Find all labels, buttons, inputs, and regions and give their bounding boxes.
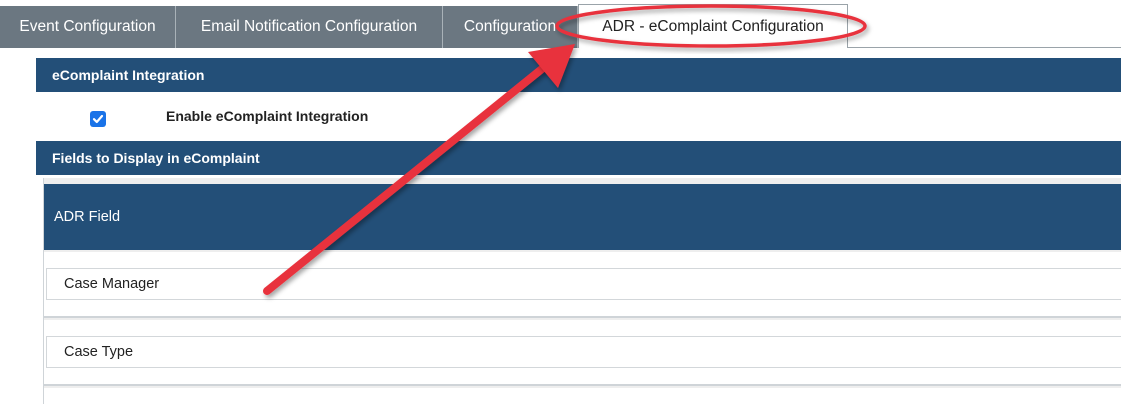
tab-email-notification-configuration[interactable]: Email Notification Configuration (176, 6, 443, 48)
table-row (44, 388, 1121, 404)
adr-field-column-header: ADR Field (44, 184, 1121, 250)
fields-to-display-title: Fields to Display in eComplaint (52, 150, 260, 166)
tab-configuration[interactable]: Configuration (443, 6, 578, 48)
tab-bar-divider (848, 47, 1121, 48)
tab-event-configuration[interactable]: Event Configuration (0, 6, 176, 48)
table-row: Case Type (44, 320, 1121, 386)
field-case-type[interactable]: Case Type (46, 336, 1121, 368)
field-case-manager[interactable]: Case Manager (46, 268, 1121, 300)
enable-integration-row: Enable eComplaint Integration (36, 94, 1121, 140)
enable-integration-label: Enable eComplaint Integration (166, 108, 369, 124)
field-label: Case Type (64, 344, 134, 360)
checkmark-icon (92, 114, 104, 124)
ecomplaint-integration-title: eComplaint Integration (52, 67, 205, 83)
tab-bar: Event Configuration Email Notification C… (0, 0, 1121, 48)
enable-integration-checkbox[interactable] (90, 111, 106, 127)
field-label: Case Manager (64, 276, 160, 292)
table-row: Case Manager (44, 252, 1121, 318)
ecomplaint-integration-header: eComplaint Integration (36, 58, 1121, 92)
tab-adr-ecomplaint-configuration[interactable]: ADR - eComplaint Configuration (578, 4, 848, 48)
main-content: eComplaint Integration Enable eComplaint… (36, 58, 1121, 404)
fields-to-display-header: Fields to Display in eComplaint (36, 141, 1121, 175)
adr-field-header-label: ADR Field (54, 209, 121, 225)
fields-table: ADR Field Case Manager Case Type (43, 178, 1121, 404)
